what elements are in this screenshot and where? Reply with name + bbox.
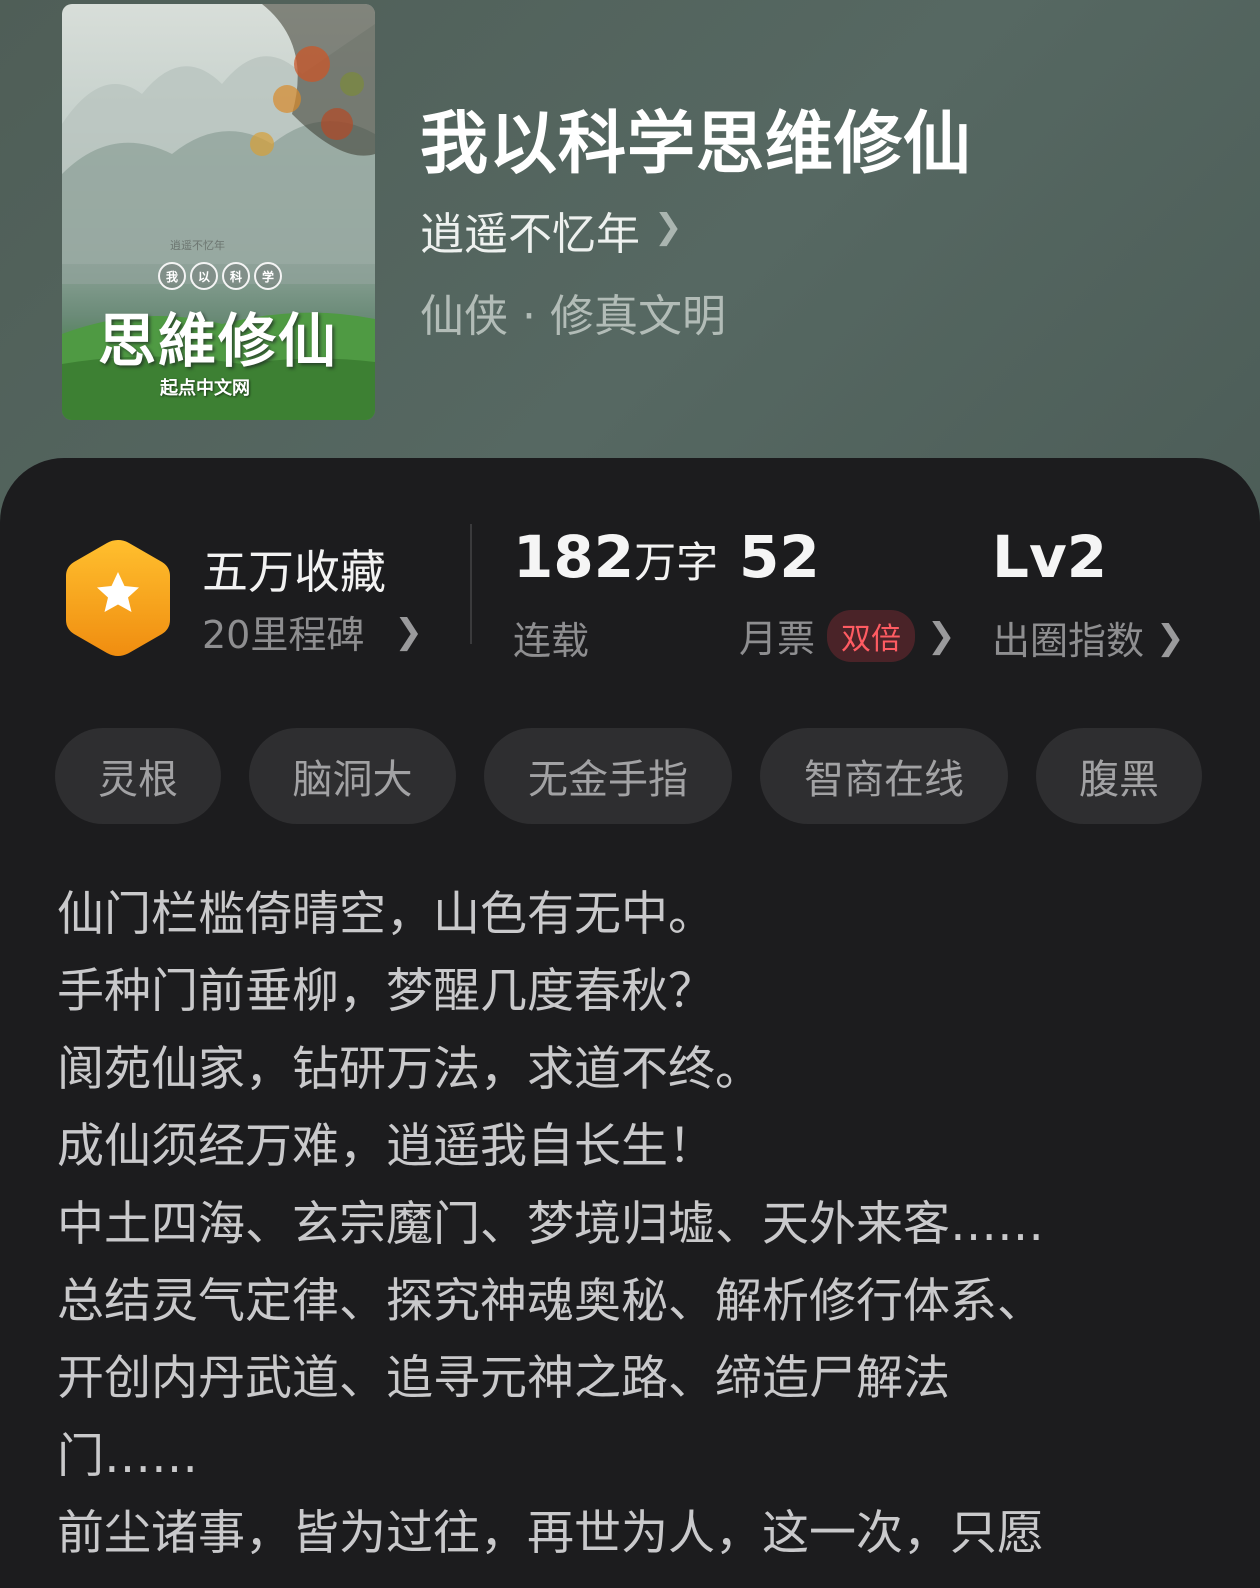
description-line: 开创内丹武道、追寻元神之路、缔造尸解法 [57, 1351, 950, 1407]
description-line: 中土四海、玄宗魔门、梦境归墟、天外来客…… [57, 1196, 1044, 1252]
description-line: 阆苑仙家，钻研万法，求道不终。 [57, 1041, 762, 1097]
monthly-votes: 52 [739, 523, 820, 591]
cover-circle-char: 学 [254, 262, 282, 290]
book-cover[interactable]: 逍遥不忆年 我 以 科 学 思維修仙 起点中文网 [62, 4, 375, 420]
cover-circle-chars: 我 以 科 学 [158, 262, 282, 290]
book-description[interactable]: 仙门栏槛倚晴空，山色有无中。 手种门前垂柳，梦醒几度春秋？ 阆苑仙家，钻研万法，… [57, 876, 1197, 1573]
circle-index: Lv2 [992, 523, 1107, 591]
book-title: 我以科学思维修仙 [420, 104, 973, 184]
stats-divider [470, 524, 472, 644]
book-header: 逍遥不忆年 我 以 科 学 思維修仙 起点中文网 我以科学思维修仙 逍遥不忆年 … [0, 0, 1260, 480]
collection-title: 五万收藏 [202, 545, 386, 599]
tag-chip[interactable]: 灵根 [55, 728, 221, 824]
description-line: 成仙须经万难，逍遥我自长生！ [57, 1119, 715, 1175]
star-hexagon-icon [66, 540, 170, 656]
word-count-unit: 万字 [634, 538, 719, 587]
word-count-number: 182 [513, 523, 635, 591]
tag-chip[interactable]: 无金手指 [484, 728, 732, 824]
tag-chip[interactable]: 智商在线 [760, 728, 1008, 824]
description-line: 总结灵气定律、探究神魂奥秘、解析修行体系、 [57, 1274, 1044, 1330]
cover-title-text: 思維修仙 [98, 307, 339, 375]
cover-circle-char: 科 [222, 262, 250, 290]
monthly-votes-link[interactable]: 月票 双倍 ❯ [739, 608, 956, 663]
monthly-votes-number: 52 [739, 523, 820, 591]
cover-circle-char: 以 [190, 262, 218, 290]
monthly-votes-label: 月票 [739, 617, 816, 661]
chevron-right-icon: ❯ [394, 611, 423, 652]
serial-status: 连载 [513, 619, 590, 663]
collection-milestone-link[interactable]: 20里程碑 ❯ [202, 604, 423, 659]
tag-chip[interactable]: 腹黑 [1036, 728, 1202, 824]
circle-index-level: Lv2 [992, 523, 1108, 591]
tag-chip[interactable]: 脑洞大 [249, 728, 456, 824]
chevron-right-icon: ❯ [927, 615, 956, 656]
book-genre: 仙侠 · 修真文明 [420, 291, 726, 342]
description-line: 前尘诸事，皆为过往，再世为人，这一次，只愿 [57, 1506, 1044, 1562]
chevron-right-icon: ❯ [1156, 617, 1185, 658]
description-line: 手种门前垂柳，梦醒几度春秋？ [57, 964, 715, 1020]
description-line: 仙门栏槛倚晴空，山色有无中。 [57, 887, 715, 942]
chevron-right-icon: ❯ [654, 207, 683, 247]
word-count: 182万字 [513, 523, 718, 591]
author-link[interactable]: 逍遥不忆年 ❯ [420, 198, 683, 262]
cover-circle-char: 我 [158, 262, 186, 290]
collection-milestone: 20里程碑 [202, 613, 365, 657]
tag-list: 灵根 脑洞大 无金手指 智商在线 腹黑 [0, 728, 1260, 826]
circle-index-link[interactable]: 出圈指数 ❯ [992, 610, 1185, 665]
cover-author-text: 逍遥不忆年 [170, 239, 225, 252]
description-line: 门…… [57, 1428, 198, 1484]
author-name: 逍遥不忆年 [420, 209, 640, 260]
double-votes-badge: 双倍 [827, 609, 916, 662]
circle-index-label: 出圈指数 [992, 619, 1145, 663]
cover-publisher: 起点中文网 [160, 378, 250, 399]
